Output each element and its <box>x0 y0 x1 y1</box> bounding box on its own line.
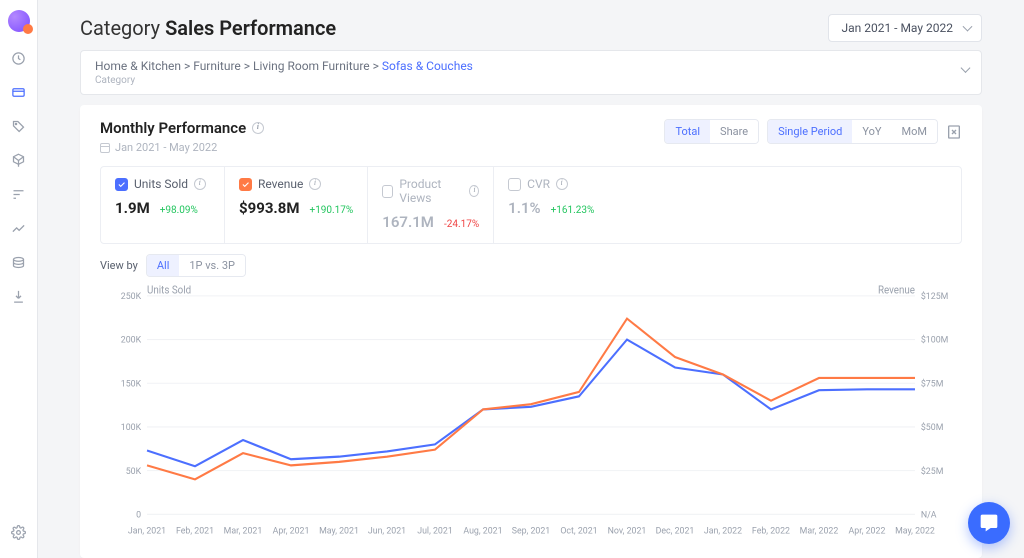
logo <box>8 10 30 32</box>
svg-text:150K: 150K <box>121 378 142 389</box>
info-icon[interactable] <box>309 178 321 190</box>
svg-text:Jan, 2022: Jan, 2022 <box>704 525 742 536</box>
nav-icon-coins[interactable] <box>11 254 27 270</box>
viewby-label: View by <box>100 259 138 272</box>
metric-value: 1.1% <box>508 199 540 217</box>
svg-text:Mar, 2021: Mar, 2021 <box>224 525 263 536</box>
svg-text:Aug, 2021: Aug, 2021 <box>463 525 502 536</box>
nav-icon-chart[interactable] <box>11 186 27 202</box>
toggle-mom[interactable]: MoM <box>892 120 937 143</box>
metric-delta: -24.17% <box>444 219 479 230</box>
svg-text:$75M: $75M <box>921 378 944 389</box>
metric-value: 167.1M <box>382 213 434 231</box>
nav-icon-download[interactable] <box>11 288 27 304</box>
svg-text:0: 0 <box>136 509 141 520</box>
nav-icon-tag[interactable] <box>11 118 27 134</box>
date-range-picker[interactable]: Jan 2021 - May 2022 <box>828 14 982 42</box>
svg-text:Dec, 2021: Dec, 2021 <box>656 525 695 536</box>
calendar-icon <box>100 143 110 153</box>
svg-text:Apr, 2021: Apr, 2021 <box>273 525 310 536</box>
svg-text:Mar, 2022: Mar, 2022 <box>800 525 839 536</box>
metric-units-sold[interactable]: Units Sold 1.9M +98.09% <box>101 167 225 243</box>
breadcrumb[interactable]: Home & Kitchen > Furniture > Living Room… <box>80 50 982 95</box>
svg-text:May, 2021: May, 2021 <box>319 525 359 536</box>
main-area: Category Sales Performance Jan 2021 - Ma… <box>38 0 1024 558</box>
metric-delta: +190.17% <box>310 205 354 216</box>
svg-text:Jun, 2021: Jun, 2021 <box>368 525 406 536</box>
nav-icon-cube[interactable] <box>11 152 27 168</box>
metric-label: CVR <box>527 177 550 191</box>
metrics-row: Units Sold 1.9M +98.09% Revenue $993.8M … <box>100 166 962 244</box>
nav-icon-spark[interactable] <box>11 220 27 236</box>
svg-text:$25M: $25M <box>921 465 944 476</box>
svg-text:$50M: $50M <box>921 422 944 433</box>
viewby-all[interactable]: All <box>147 255 180 276</box>
svg-text:250K: 250K <box>121 291 142 302</box>
metric-product-views[interactable]: Product Views 167.1M -24.17% <box>368 167 494 243</box>
chat-button[interactable] <box>968 502 1010 544</box>
svg-text:200K: 200K <box>121 334 142 345</box>
metric-label: Product Views <box>399 177 463 205</box>
svg-text:$100M: $100M <box>921 334 948 345</box>
nav-icon-settings[interactable] <box>11 524 27 540</box>
svg-text:Apr, 2022: Apr, 2022 <box>849 525 886 536</box>
toggle-yoy[interactable]: YoY <box>852 120 891 143</box>
metric-cvr[interactable]: CVR 1.1% +161.23% <box>494 167 618 243</box>
svg-text:Jul, 2021: Jul, 2021 <box>417 525 453 536</box>
svg-text:Feb, 2021: Feb, 2021 <box>176 525 214 536</box>
monthly-performance-panel: Monthly Performance Jan 2021 - May 2022 … <box>80 105 982 558</box>
info-icon[interactable] <box>252 122 264 134</box>
metric-delta: +161.23% <box>551 205 595 216</box>
viewby-toggle: All1P vs. 3P <box>146 254 246 277</box>
info-icon[interactable] <box>556 178 568 190</box>
svg-text:50K: 50K <box>126 465 142 476</box>
svg-text:Sep, 2021: Sep, 2021 <box>512 525 551 536</box>
metric-value: 1.9M <box>115 199 150 217</box>
checkbox-icon[interactable] <box>508 178 521 191</box>
svg-text:Units Sold: Units Sold <box>147 283 191 297</box>
panel-subtitle: Jan 2021 - May 2022 <box>100 141 264 154</box>
svg-text:Feb, 2022: Feb, 2022 <box>752 525 790 536</box>
svg-text:100K: 100K <box>121 422 142 433</box>
toggle-share[interactable]: Share <box>710 120 758 143</box>
svg-text:Nov, 2021: Nov, 2021 <box>608 525 647 536</box>
svg-text:Oct, 2021: Oct, 2021 <box>560 525 597 536</box>
svg-text:Jan, 2021: Jan, 2021 <box>128 525 166 536</box>
app-sidebar <box>0 0 38 558</box>
page-title: Category Sales Performance <box>80 16 336 40</box>
breadcrumb-sub: Category <box>95 75 951 86</box>
export-excel-icon[interactable] <box>946 124 962 140</box>
svg-text:$125M: $125M <box>921 291 948 302</box>
viewby-1p-vs-3p[interactable]: 1P vs. 3P <box>179 255 245 276</box>
checkbox-icon[interactable] <box>382 185 393 198</box>
info-icon[interactable] <box>194 178 206 190</box>
metric-delta: +98.09% <box>160 205 198 216</box>
svg-text:May, 2022: May, 2022 <box>895 525 935 536</box>
info-icon[interactable] <box>469 185 479 197</box>
checkbox-icon[interactable] <box>239 178 252 191</box>
breadcrumb-path: Home & Kitchen > Furniture > Living Room… <box>95 59 951 73</box>
metric-label: Revenue <box>258 177 303 191</box>
metric-label: Units Sold <box>134 177 188 191</box>
period-toggle: Single PeriodYoYMoM <box>767 119 938 144</box>
panel-title: Monthly Performance <box>100 119 264 137</box>
toggle-total[interactable]: Total <box>665 120 710 143</box>
total-share-toggle: TotalShare <box>664 119 759 144</box>
metric-revenue[interactable]: Revenue $993.8M +190.17% <box>225 167 368 243</box>
performance-chart: 0 50K 100K 150K 200K 250K N/A $25M $50M $75M $100M… <box>100 283 962 540</box>
nav-icon-card[interactable] <box>11 84 27 100</box>
svg-text:N/A: N/A <box>921 509 937 520</box>
metric-value: $993.8M <box>239 199 300 217</box>
checkbox-icon[interactable] <box>115 178 128 191</box>
toggle-single-period[interactable]: Single Period <box>768 120 852 143</box>
nav-icon-clock[interactable] <box>11 50 27 66</box>
svg-text:Revenue: Revenue <box>878 283 916 297</box>
